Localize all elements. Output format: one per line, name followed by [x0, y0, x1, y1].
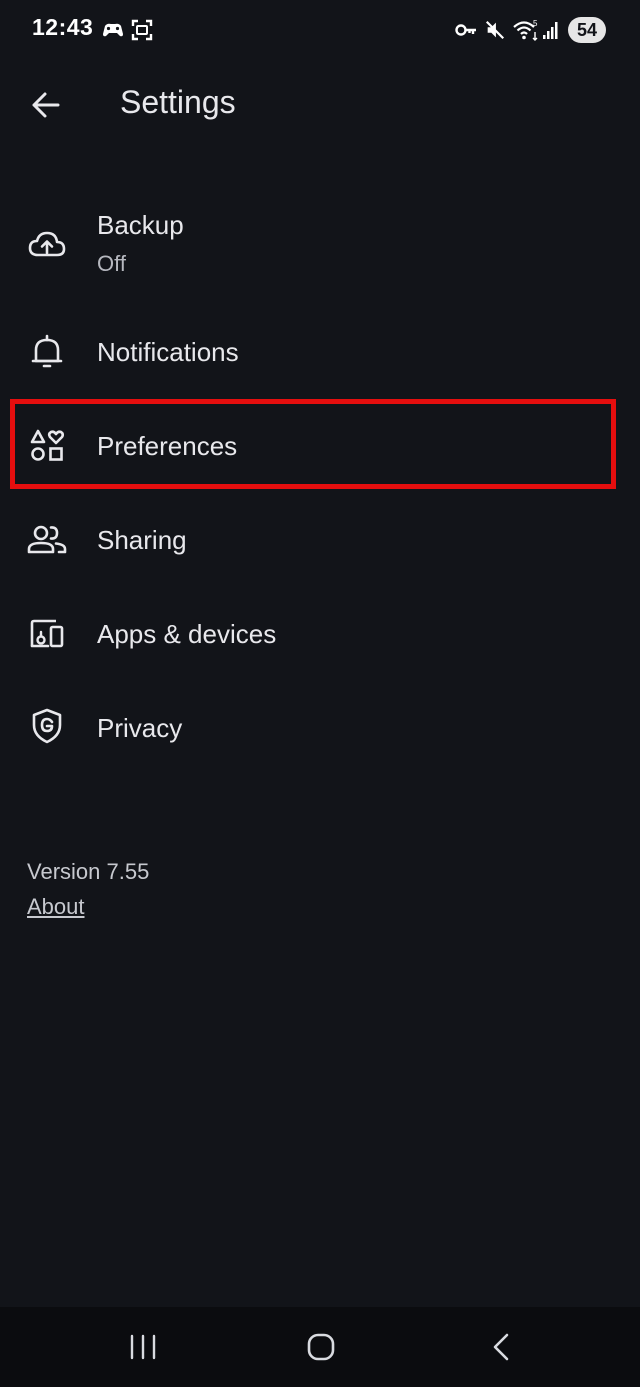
vpn-key-icon — [455, 24, 476, 36]
status-time: 12:43 — [32, 14, 94, 40]
game-controller-icon — [103, 23, 123, 37]
page-title: Settings — [120, 84, 236, 120]
settings-item-sublabel: Off — [97, 251, 126, 276]
settings-item-label: Privacy — [97, 713, 183, 743]
cloud-upload-icon — [28, 231, 66, 257]
settings-item-apps-devices[interactable]: Apps & devices — [0, 587, 640, 681]
home-button[interactable] — [301, 1327, 341, 1367]
app-bar: Settings — [0, 64, 640, 144]
home-icon — [307, 1333, 335, 1361]
settings-item-label: Backup — [97, 210, 184, 240]
recents-button[interactable] — [123, 1327, 163, 1367]
settings-item-notifications[interactable]: Notifications — [0, 305, 640, 399]
settings-item-privacy[interactable]: Privacy — [0, 681, 640, 775]
screenshot-icon — [131, 19, 153, 41]
arrow-back-icon — [32, 92, 60, 118]
svg-text:5: 5 — [533, 19, 538, 28]
status-bar: 12:43 5 54 — [0, 0, 640, 60]
back-nav-icon — [493, 1333, 509, 1361]
nav-bar — [0, 1307, 640, 1387]
settings-item-label: Sharing — [97, 525, 187, 555]
back-button[interactable] — [22, 80, 72, 130]
version-text: Version 7.55 — [27, 859, 150, 884]
shield-g-icon — [32, 708, 62, 744]
back-nav-button[interactable] — [481, 1327, 521, 1367]
about-link[interactable]: About — [27, 894, 85, 920]
battery-badge: 54 — [568, 17, 606, 43]
devices-icon — [30, 619, 64, 648]
settings-item-sharing[interactable]: Sharing — [0, 493, 640, 587]
people-icon — [27, 525, 67, 554]
highlight-box — [10, 399, 616, 489]
recents-icon — [130, 1334, 156, 1360]
wifi-icon: 5 — [513, 19, 538, 41]
bell-icon — [31, 334, 63, 368]
signal-icon — [543, 22, 558, 39]
mute-icon — [485, 20, 505, 40]
settings-item-label: Apps & devices — [97, 619, 277, 649]
settings-item-backup[interactable]: Backup Off — [0, 180, 640, 300]
settings-item-label: Notifications — [97, 337, 239, 367]
